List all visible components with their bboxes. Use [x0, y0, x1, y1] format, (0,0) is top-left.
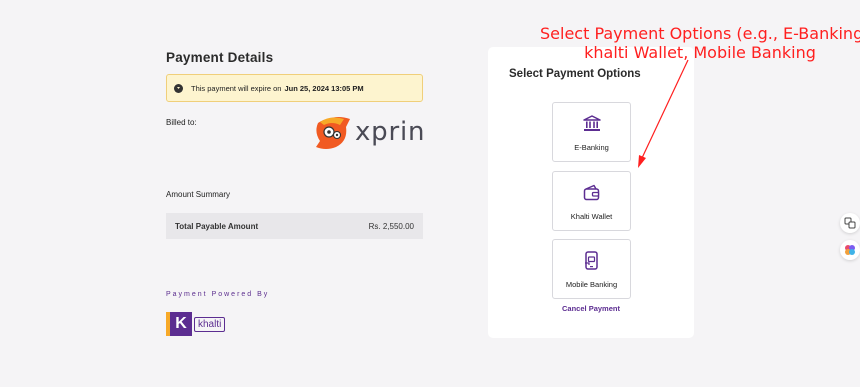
translate-icon[interactable]: [840, 213, 860, 233]
option-khalti-wallet[interactable]: Khalti Wallet: [552, 171, 631, 231]
merchant-logo-icon: [316, 117, 350, 149]
powered-by-label: Payment Powered By: [166, 291, 270, 298]
option-e-banking[interactable]: E-Banking: [552, 102, 631, 162]
expiry-notice: This payment will expire on Jun 25, 2024…: [166, 74, 423, 102]
annotation-line-1: Select Payment Options (e.g., E-Banking,: [540, 24, 860, 43]
khalti-logo-mark: K: [166, 312, 192, 336]
total-payable-label: Total Payable Amount: [175, 221, 259, 231]
khalti-logo: K khalti: [166, 312, 226, 336]
option-khalti-wallet-label: Khalti Wallet: [570, 212, 613, 221]
khalti-logo-word: khalti: [194, 316, 226, 332]
total-payable-row: Total Payable Amount Rs. 2,550.00: [166, 213, 423, 239]
bank-icon: [582, 112, 601, 134]
wallet-icon: [583, 181, 600, 203]
assistant-brain-icon[interactable]: [840, 240, 860, 260]
option-mobile-banking-label: Mobile Banking: [565, 280, 618, 289]
timer-icon: [174, 83, 183, 93]
total-payable-value: Rs. 2,550.00: [368, 221, 414, 231]
merchant-logo: xprin: [312, 112, 425, 152]
payment-options-title: Select Payment Options: [509, 68, 641, 80]
payment-details-title: Payment Details: [166, 50, 274, 65]
merchant-name: xprin: [355, 117, 426, 147]
cancel-payment-link[interactable]: Cancel Payment: [488, 304, 694, 313]
billed-to-label: Billed to:: [166, 118, 197, 127]
payment-options-card: Select Payment Options E-Banking Khalti …: [488, 47, 694, 338]
amount-summary-title: Amount Summary: [166, 190, 231, 199]
option-mobile-banking[interactable]: Mobile Banking: [552, 239, 631, 299]
option-e-banking-label: E-Banking: [574, 143, 609, 152]
expiry-prefix: This payment will expire on: [191, 83, 282, 93]
mobile-banking-icon: [584, 249, 599, 271]
annotation-callout: Select Payment Options (e.g., E-Banking,…: [540, 24, 860, 62]
expiry-time: Jun 25, 2024 13:05 PM: [284, 83, 364, 93]
annotation-line-2: khalti Wallet, Mobile Banking: [584, 43, 816, 62]
